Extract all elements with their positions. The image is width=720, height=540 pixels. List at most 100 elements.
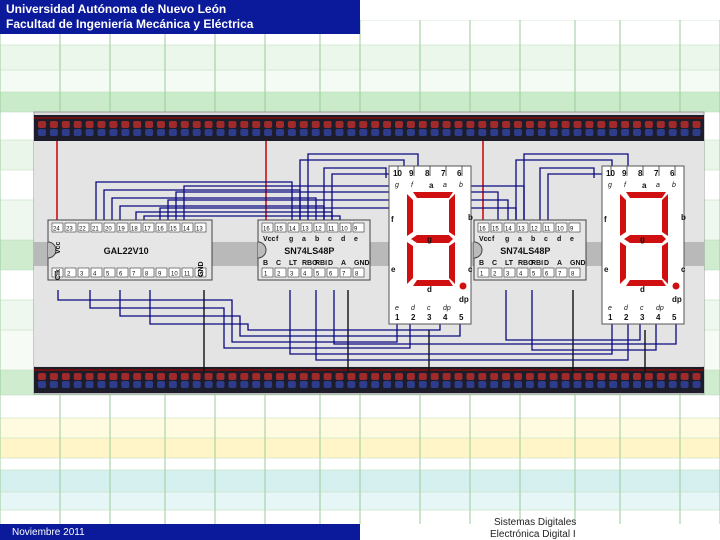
rail-hole (73, 373, 82, 380)
rail-hole (454, 373, 463, 380)
rail-hole (478, 381, 487, 388)
pld-clk-label: Clk (55, 269, 62, 280)
pin-number: 9 (622, 169, 627, 178)
pin-number: 3 (427, 313, 432, 322)
rail-hole (680, 381, 689, 388)
rail-hole (418, 373, 427, 380)
rail-hole (656, 373, 665, 380)
pin-number: 5 (459, 313, 464, 322)
segment-label: b (468, 213, 473, 222)
rail-hole (525, 381, 534, 388)
rail-hole (287, 373, 296, 380)
rail-hole (240, 121, 249, 128)
segment-dp (459, 282, 467, 290)
rail-hole (168, 129, 177, 136)
pin-label: g (289, 236, 293, 243)
rail-hole (287, 381, 296, 388)
pin-label: e (354, 236, 358, 243)
rail-hole (395, 381, 403, 388)
segment-g (624, 235, 666, 243)
rail-hole (121, 373, 130, 380)
pin-label: dp (443, 305, 451, 312)
rail-hole (133, 373, 142, 380)
rail-hole (514, 129, 522, 136)
rail-hole (61, 129, 70, 136)
segment-label: e (604, 265, 609, 274)
rail-hole (537, 381, 546, 388)
rail-hole (335, 373, 344, 380)
rail-hole (490, 373, 499, 380)
rail-hole (406, 381, 415, 388)
rail-hole (644, 373, 653, 380)
rail-hole (418, 381, 427, 388)
rail-hole (549, 129, 558, 136)
decoder-chip-1: 16 15 14 13 12 11 10 91 2 3 4 5 6 7 8Vcc f g a b c d eB C LT RBO… (257, 219, 371, 281)
segment-f (620, 194, 626, 236)
rail-hole (276, 373, 284, 380)
rail-hole (157, 121, 165, 128)
rail-hole (466, 129, 475, 136)
rail-hole (157, 381, 165, 388)
rail-hole (192, 121, 201, 128)
rail-hole (204, 129, 213, 136)
decoder-chip-2: 16 15 14 13 12 11 10 91 2 3 4 5 6 7 8Vcc f g a b c d eB C LT RBO… (473, 219, 587, 281)
rail-hole (347, 121, 356, 128)
rail-hole (561, 381, 570, 388)
rail-hole (597, 121, 606, 128)
rail-hole (204, 373, 213, 380)
pin-number: 14 (505, 227, 512, 233)
rail-hole (192, 381, 201, 388)
pin-number: 7 (441, 169, 446, 178)
pin-number: 4 (656, 313, 661, 322)
top-power-rail-stripe (34, 117, 704, 119)
segment-label: e (391, 265, 396, 274)
rail-hole (383, 381, 392, 388)
rail-hole (430, 373, 439, 380)
pld-vcc-label: Vcc (55, 241, 62, 254)
bottom-power-rail-stripe (34, 369, 704, 371)
pin-number: 6 (670, 169, 675, 178)
rail-hole (692, 121, 701, 128)
pin-label: GND (570, 260, 586, 267)
rail-hole (395, 373, 403, 380)
rail-hole (252, 121, 261, 128)
pin-label: dp (656, 305, 664, 312)
rail-hole (264, 129, 273, 136)
rail-hole (61, 373, 70, 380)
rail-hole (109, 381, 118, 388)
segment-g (411, 235, 453, 243)
rail-hole (359, 121, 368, 128)
pin-label: A (341, 260, 346, 267)
rail-hole (347, 381, 356, 388)
rail-hole (633, 373, 641, 380)
pin-number: 20 (105, 227, 112, 233)
rail-hole (192, 129, 201, 136)
rail-hole (38, 373, 46, 380)
rail-hole (168, 381, 177, 388)
rail-hole (180, 373, 189, 380)
segment-a (626, 192, 666, 198)
rail-hole (276, 129, 284, 136)
pld-gnd-label: GND (198, 261, 205, 277)
rail-hole (525, 129, 534, 136)
gal22v10-chip: 24 23 22 21 20 19 18 17 16 15 14 131 2 3 4 5 6 7 8 9 10 11 12G… (47, 219, 213, 281)
pin-number: 1 (608, 313, 613, 322)
rail-hole (38, 121, 46, 128)
pin-number: 8 (638, 169, 643, 178)
rail-hole (573, 129, 582, 136)
university-name: Universidad Autónoma de Nuevo León (6, 2, 227, 16)
pin-label: d (341, 236, 345, 243)
rail-hole (287, 129, 296, 136)
pin-label: g (505, 236, 509, 243)
rail-hole (525, 373, 534, 380)
segment-dp (672, 282, 680, 290)
pin-label: g (395, 182, 399, 189)
rail-hole (335, 121, 344, 128)
rail-hole (264, 121, 273, 128)
rail-hole (287, 121, 296, 128)
rail-hole (49, 121, 58, 128)
rail-hole (299, 121, 308, 128)
rail-hole (573, 373, 582, 380)
rail-hole (371, 373, 380, 380)
rail-hole (633, 381, 641, 388)
